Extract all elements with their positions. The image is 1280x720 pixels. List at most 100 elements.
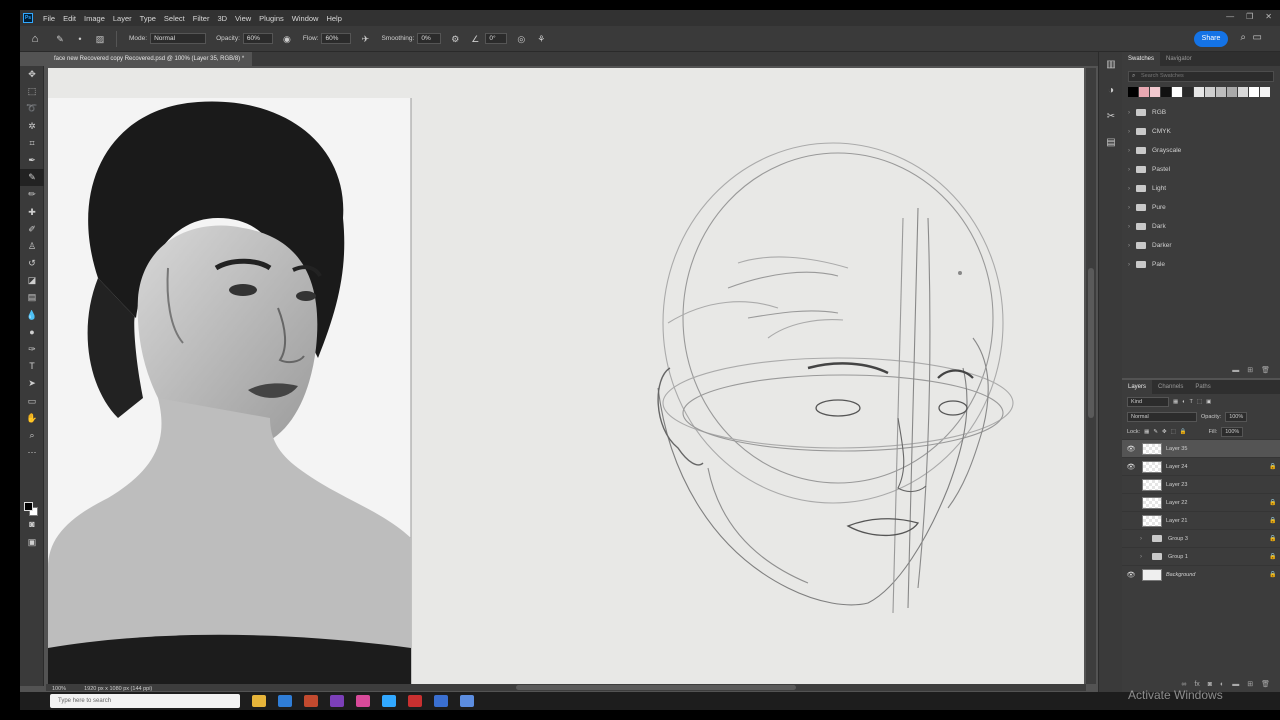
move-tool-icon[interactable]: ✥ <box>20 66 44 83</box>
file-explorer-icon[interactable] <box>252 695 266 707</box>
swatch[interactable] <box>1183 87 1193 97</box>
marquee-tool-icon[interactable]: ⬚ <box>20 83 44 100</box>
search-icon[interactable]: ⌕ <box>1240 32 1246 43</box>
chevron-right-icon[interactable]: › <box>1140 536 1142 542</box>
tab-channels[interactable]: Channels <box>1152 380 1189 394</box>
menu-edit[interactable]: Edit <box>59 14 80 23</box>
minimize-icon[interactable]: — <box>1226 12 1234 21</box>
menu-view[interactable]: View <box>231 14 255 23</box>
libraries-icon[interactable]: ▥ <box>1099 52 1123 78</box>
layer-row[interactable]: Layer 21 🔒 <box>1122 511 1280 529</box>
layer-row[interactable]: 👁 Layer 24 🔒 <box>1122 457 1280 475</box>
office-icon[interactable] <box>304 695 318 707</box>
brush-size-icon[interactable]: • <box>74 33 86 45</box>
layer-opacity-field[interactable]: 100% <box>1225 411 1248 422</box>
layer-row[interactable]: Layer 22 🔒 <box>1122 493 1280 511</box>
mixer-brush-tool-icon[interactable]: ✐ <box>20 221 44 238</box>
tab-navigator[interactable]: Navigator <box>1160 52 1198 66</box>
vertical-scroll-thumb[interactable] <box>1088 268 1094 418</box>
swatch[interactable] <box>1205 87 1215 97</box>
layer-row[interactable]: Layer 23 <box>1122 475 1280 493</box>
menu-select[interactable]: Select <box>160 14 189 23</box>
swatch-folder-grayscale[interactable]: › Grayscale <box>1122 141 1280 160</box>
eye-icon[interactable]: 👁 <box>1122 571 1140 579</box>
history-brush-tool-icon[interactable]: ↺ <box>20 255 44 272</box>
brush-settings-icon[interactable]: ▨ <box>94 33 106 45</box>
delete-icon[interactable]: 🗑 <box>1261 364 1270 378</box>
lasso-tool-icon[interactable]: ➰ <box>20 100 44 117</box>
delete-icon[interactable]: 🗑 <box>1261 678 1270 692</box>
app-icon[interactable] <box>356 695 370 707</box>
swatch-folder-rgb[interactable]: › RGB <box>1122 103 1280 122</box>
gear-icon[interactable]: ⚙ <box>449 33 461 45</box>
menu-image[interactable]: Image <box>80 14 109 23</box>
swatch-folder-pure[interactable]: › Pure <box>1122 198 1280 217</box>
document-tab[interactable]: face new Recovered copy Recovered.psd @ … <box>46 52 253 66</box>
swatch[interactable] <box>1161 87 1171 97</box>
quick-mask-icon[interactable]: ◙ <box>20 516 44 533</box>
menu-layer[interactable]: Layer <box>109 14 136 23</box>
smoothing-field[interactable]: 0% <box>417 33 442 44</box>
swatch-folder-pale[interactable]: › Pale <box>1122 255 1280 274</box>
eye-icon[interactable]: 👁 <box>1122 463 1140 471</box>
layer-row[interactable]: 👁 Background 🔒 <box>1122 565 1280 583</box>
filter-shape-icon[interactable]: ⬚ <box>1197 399 1202 405</box>
crop-tool-icon[interactable]: ⌗ <box>20 135 44 152</box>
filter-adjustment-icon[interactable]: ◐ <box>1182 399 1185 405</box>
app-icon[interactable] <box>330 695 344 707</box>
horizontal-scroll-thumb[interactable] <box>516 685 796 690</box>
menu-plugins[interactable]: Plugins <box>255 14 288 23</box>
screen-mode-icon[interactable]: ▣ <box>20 534 44 551</box>
swatch[interactable] <box>1249 87 1259 97</box>
flow-field[interactable]: 60% <box>321 33 352 44</box>
swatch[interactable] <box>1150 87 1160 97</box>
new-swatch-icon[interactable]: ⊞ <box>1247 364 1253 378</box>
menu-3d[interactable]: 3D <box>213 14 231 23</box>
layer-filter-select[interactable]: Kind <box>1127 396 1169 407</box>
swatch-folder-light[interactable]: › Light <box>1122 179 1280 198</box>
angle-field[interactable]: 0° <box>485 33 508 44</box>
swatch[interactable] <box>1227 87 1237 97</box>
workspace-icon[interactable]: ▭ <box>1253 32 1262 43</box>
foreground-color-swatch[interactable] <box>24 502 33 511</box>
filter-smart-object-icon[interactable]: ▣ <box>1206 399 1211 405</box>
tab-swatches[interactable]: Swatches <box>1122 52 1161 66</box>
app-icon[interactable] <box>408 695 422 707</box>
mode-select[interactable]: Normal <box>150 33 207 44</box>
swatch-folder-dark[interactable]: › Dark <box>1122 217 1280 236</box>
menu-type[interactable]: Type <box>136 14 160 23</box>
angle-icon[interactable]: ∠ <box>469 33 481 45</box>
pressure-size-icon[interactable]: ◎ <box>515 33 527 45</box>
eye-icon[interactable]: 👁 <box>1122 445 1140 453</box>
swatch[interactable] <box>1139 87 1149 97</box>
menu-window[interactable]: Window <box>288 14 323 23</box>
path-select-tool-icon[interactable]: ➤ <box>20 375 44 392</box>
close-icon[interactable]: ✕ <box>1265 12 1272 21</box>
brush-preset-icon[interactable]: ✎ <box>54 33 66 45</box>
pen-tool-icon[interactable]: ✑ <box>20 341 44 358</box>
quick-select-tool-icon[interactable]: ✲ <box>20 118 44 135</box>
swatch-folder-darker[interactable]: › Darker <box>1122 236 1280 255</box>
hand-tool-icon[interactable]: ✋ <box>20 410 44 427</box>
airbrush-icon[interactable]: ✈ <box>359 33 371 45</box>
zoom-tool-icon[interactable]: ⌕ <box>20 427 44 444</box>
pencil-tool-icon[interactable]: ✏ <box>20 186 44 203</box>
document-canvas[interactable] <box>48 68 1084 684</box>
brush-tool-icon[interactable]: ✎ <box>20 169 44 187</box>
blend-mode-select[interactable]: Normal <box>1127 411 1197 422</box>
swatch[interactable] <box>1216 87 1226 97</box>
more-tools-icon[interactable]: ⋯ <box>20 444 44 461</box>
blur-tool-icon[interactable]: 💧 <box>20 307 44 324</box>
lock-all-icon[interactable]: 🔒 <box>1180 429 1187 435</box>
group-row[interactable]: › Group 3 🔒 <box>1122 529 1280 547</box>
swatch[interactable] <box>1172 87 1182 97</box>
layer-row[interactable]: 👁 Layer 35 <box>1122 439 1280 457</box>
edge-icon[interactable] <box>278 695 292 707</box>
app-icon[interactable] <box>460 695 474 707</box>
new-group-icon[interactable]: ▬ <box>1232 678 1239 692</box>
swatch[interactable] <box>1194 87 1204 97</box>
taskbar-search-input[interactable]: Type here to search <box>50 694 240 708</box>
new-layer-icon[interactable]: ⊞ <box>1247 678 1253 692</box>
menu-file[interactable]: File <box>39 14 59 23</box>
eyedropper-tool-icon[interactable]: ✒ <box>20 152 44 169</box>
